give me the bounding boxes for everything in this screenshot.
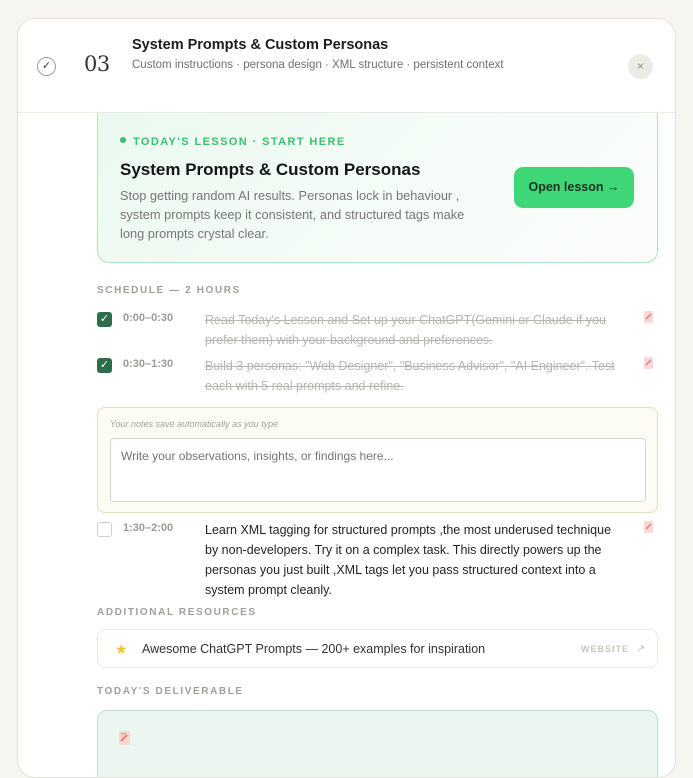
deliverable-label: TODAY'S DELIVERABLE <box>97 686 244 697</box>
notes-hint: Your notes save automatically as you typ… <box>110 419 279 429</box>
day-card: ✓ 03 System Prompts & Custom Personas Cu… <box>17 18 676 778</box>
external-link-icon: ↗ <box>636 643 646 655</box>
completed-check-icon[interactable]: ✓ <box>37 57 56 76</box>
task-checkbox[interactable]: ✓ <box>97 312 112 327</box>
document-edit-icon <box>119 731 130 745</box>
day-header[interactable]: ✓ 03 System Prompts & Custom Personas Cu… <box>18 19 675 113</box>
todays-lesson-panel: TODAY'S LESSON · START HERE System Promp… <box>97 113 658 263</box>
lesson-tag-text: TODAY'S LESSON · START HERE <box>133 136 346 148</box>
close-button[interactable]: × <box>628 54 653 79</box>
task-checkbox[interactable]: ✓ <box>97 358 112 373</box>
task-time: 1:30–2:00 <box>123 522 174 534</box>
task-time: 0:00–0:30 <box>123 312 174 324</box>
resource-kind-badge: WEBSITE <box>581 644 630 654</box>
deliverable-panel <box>97 710 658 777</box>
task-text: Read Today's Lesson and Set up your Chat… <box>205 313 606 347</box>
notes-panel: Your notes save automatically as you typ… <box>97 407 658 513</box>
edit-note-icon[interactable] <box>643 310 655 324</box>
notes-textarea[interactable] <box>110 438 646 502</box>
resource-link[interactable]: ★ Awesome ChatGPT Prompts — 200+ example… <box>97 629 658 668</box>
task-time: 0:30–1:30 <box>123 358 174 370</box>
task-text: Build 3 personas: "Web Designer", "Busin… <box>205 359 615 393</box>
status-dot-icon <box>120 137 126 143</box>
lesson-tag: TODAY'S LESSON · START HERE <box>120 136 346 148</box>
task-text: Learn XML tagging for structured prompts… <box>205 523 612 597</box>
schedule-label: SCHEDULE — 2 HOURS <box>97 285 241 296</box>
day-number: 03 <box>84 52 110 76</box>
day-title: System Prompts & Custom Personas <box>132 37 389 53</box>
lesson-title: System Prompts & Custom Personas <box>120 160 421 179</box>
lesson-description: Stop getting random AI results. Personas… <box>120 188 465 241</box>
star-icon: ★ <box>115 641 128 657</box>
resource-title: Awesome ChatGPT Prompts — 200+ examples … <box>142 642 486 656</box>
task-checkbox[interactable] <box>97 522 112 537</box>
edit-note-icon[interactable] <box>643 356 655 370</box>
day-subtitle: Custom instructions · persona design · X… <box>132 59 504 71</box>
resources-label: ADDITIONAL RESOURCES <box>97 607 257 618</box>
edit-note-icon[interactable] <box>643 520 655 534</box>
open-lesson-button[interactable]: Open lesson → <box>514 167 634 208</box>
